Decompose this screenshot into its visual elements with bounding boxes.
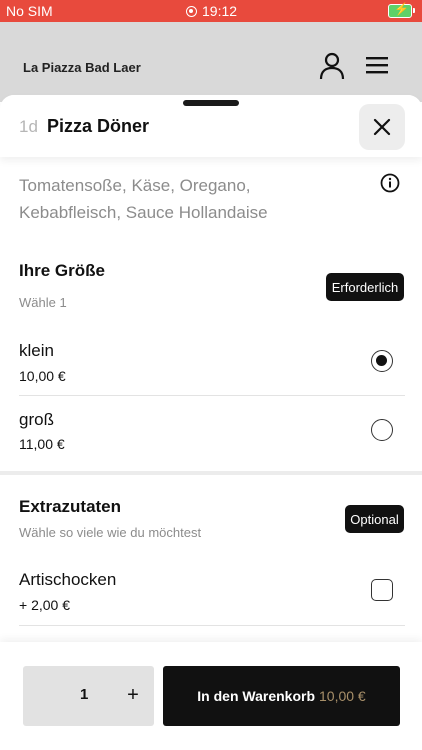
close-button[interactable] [359, 104, 405, 150]
battery-icon: ⚡ [388, 2, 415, 18]
close-icon [373, 118, 391, 136]
info-icon[interactable] [380, 173, 400, 193]
size-section-title: Ihre Größe [19, 261, 105, 280]
drag-handle[interactable] [183, 100, 239, 106]
required-badge: Erforderlich [326, 273, 404, 301]
extras-section-subtitle: Wähle so viele wie du möchtest [19, 525, 202, 540]
size-section-subtitle: Wähle 1 [19, 295, 67, 310]
option-name: Artischocken [19, 570, 117, 589]
description-line: Kebabfleisch, Sauce Hollandaise [19, 203, 268, 222]
quantity-stepper[interactable]: 1 + [23, 666, 154, 726]
cart-button-price: 10,00 € [319, 688, 366, 704]
plus-button[interactable]: + [122, 680, 144, 710]
status-time: 19:12 [186, 3, 237, 19]
app-header: La Piazza Bad Laer [0, 22, 422, 102]
option-price: + 2,00 € [19, 597, 70, 613]
add-to-cart-button[interactable]: In den Warenkorb 10,00 € [163, 666, 400, 726]
user-icon[interactable] [318, 52, 346, 80]
radio-unselected[interactable] [371, 419, 393, 441]
option-price: 11,00 € [19, 436, 65, 452]
option-name: klein [19, 341, 54, 360]
divider [19, 625, 405, 626]
option-price: 10,00 € [19, 368, 66, 384]
optional-badge: Optional [345, 505, 404, 533]
divider [19, 395, 405, 396]
carrier-label: No SIM [6, 3, 53, 19]
cart-button-label: In den Warenkorb [197, 688, 315, 704]
time-label: 19:12 [202, 3, 238, 19]
extras-section-title: Extrazutaten [19, 497, 122, 516]
product-title: Pizza Döner [47, 116, 150, 136]
location-icon [186, 5, 197, 17]
status-bar: No SIM 19:12 ⚡ [0, 0, 422, 22]
quantity-value: 1 [80, 686, 89, 703]
store-name: La Piazza Bad Laer [23, 60, 141, 75]
section-separator [0, 471, 422, 475]
footer-bar: 1 + In den Warenkorb 10,00 € [0, 642, 422, 750]
checkbox[interactable] [371, 579, 393, 601]
radio-selected[interactable] [371, 350, 393, 372]
product-code: 1d [19, 117, 38, 136]
menu-icon[interactable] [364, 54, 390, 76]
product-description: Tomatensoße, Käse, Oregano, Kebabfleisch… [19, 172, 359, 226]
option-name: groß [19, 410, 54, 429]
description-line: Tomatensoße, Käse, Oregano, [19, 176, 251, 195]
